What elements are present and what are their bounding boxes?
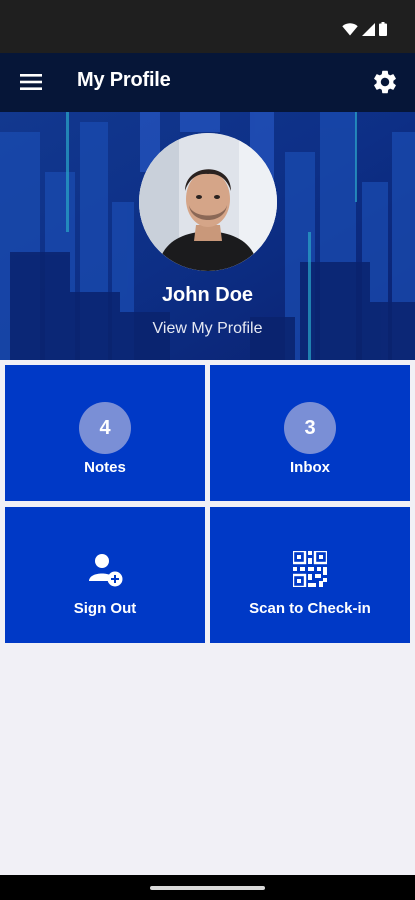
settings-button[interactable] bbox=[371, 68, 399, 96]
notes-tile[interactable]: 4 Notes bbox=[5, 365, 205, 501]
app-bar: My Profile bbox=[0, 53, 415, 112]
sign-out-tile[interactable]: Sign Out bbox=[5, 507, 205, 643]
page-title: My Profile bbox=[77, 69, 171, 91]
inbox-label: Inbox bbox=[290, 459, 330, 476]
battery-icon bbox=[379, 22, 387, 36]
notes-count-badge: 4 bbox=[79, 402, 131, 454]
home-gesture-handle[interactable] bbox=[150, 886, 265, 890]
inbox-count-badge: 3 bbox=[284, 402, 336, 454]
system-navigation-bar bbox=[0, 875, 415, 900]
scan-check-in-label: Scan to Check-in bbox=[249, 600, 371, 617]
wifi-icon bbox=[342, 22, 358, 35]
signal-icon bbox=[362, 22, 375, 36]
avatar-photo bbox=[139, 133, 277, 271]
notes-label: Notes bbox=[84, 459, 126, 476]
inbox-tile[interactable]: 3 Inbox bbox=[210, 365, 410, 501]
hamburger-menu-icon bbox=[20, 74, 42, 90]
gear-icon bbox=[374, 70, 396, 94]
view-profile-link[interactable]: View My Profile bbox=[0, 320, 415, 338]
user-add-icon bbox=[89, 554, 123, 587]
status-bar bbox=[0, 0, 415, 53]
profile-avatar[interactable] bbox=[139, 133, 277, 271]
profile-name: John Doe bbox=[161, 284, 254, 306]
qr-code-icon bbox=[293, 551, 327, 587]
menu-button[interactable] bbox=[18, 69, 44, 95]
scan-check-in-tile[interactable]: Scan to Check-in bbox=[210, 507, 410, 643]
sign-out-label: Sign Out bbox=[73, 600, 137, 617]
status-icons bbox=[342, 22, 387, 36]
